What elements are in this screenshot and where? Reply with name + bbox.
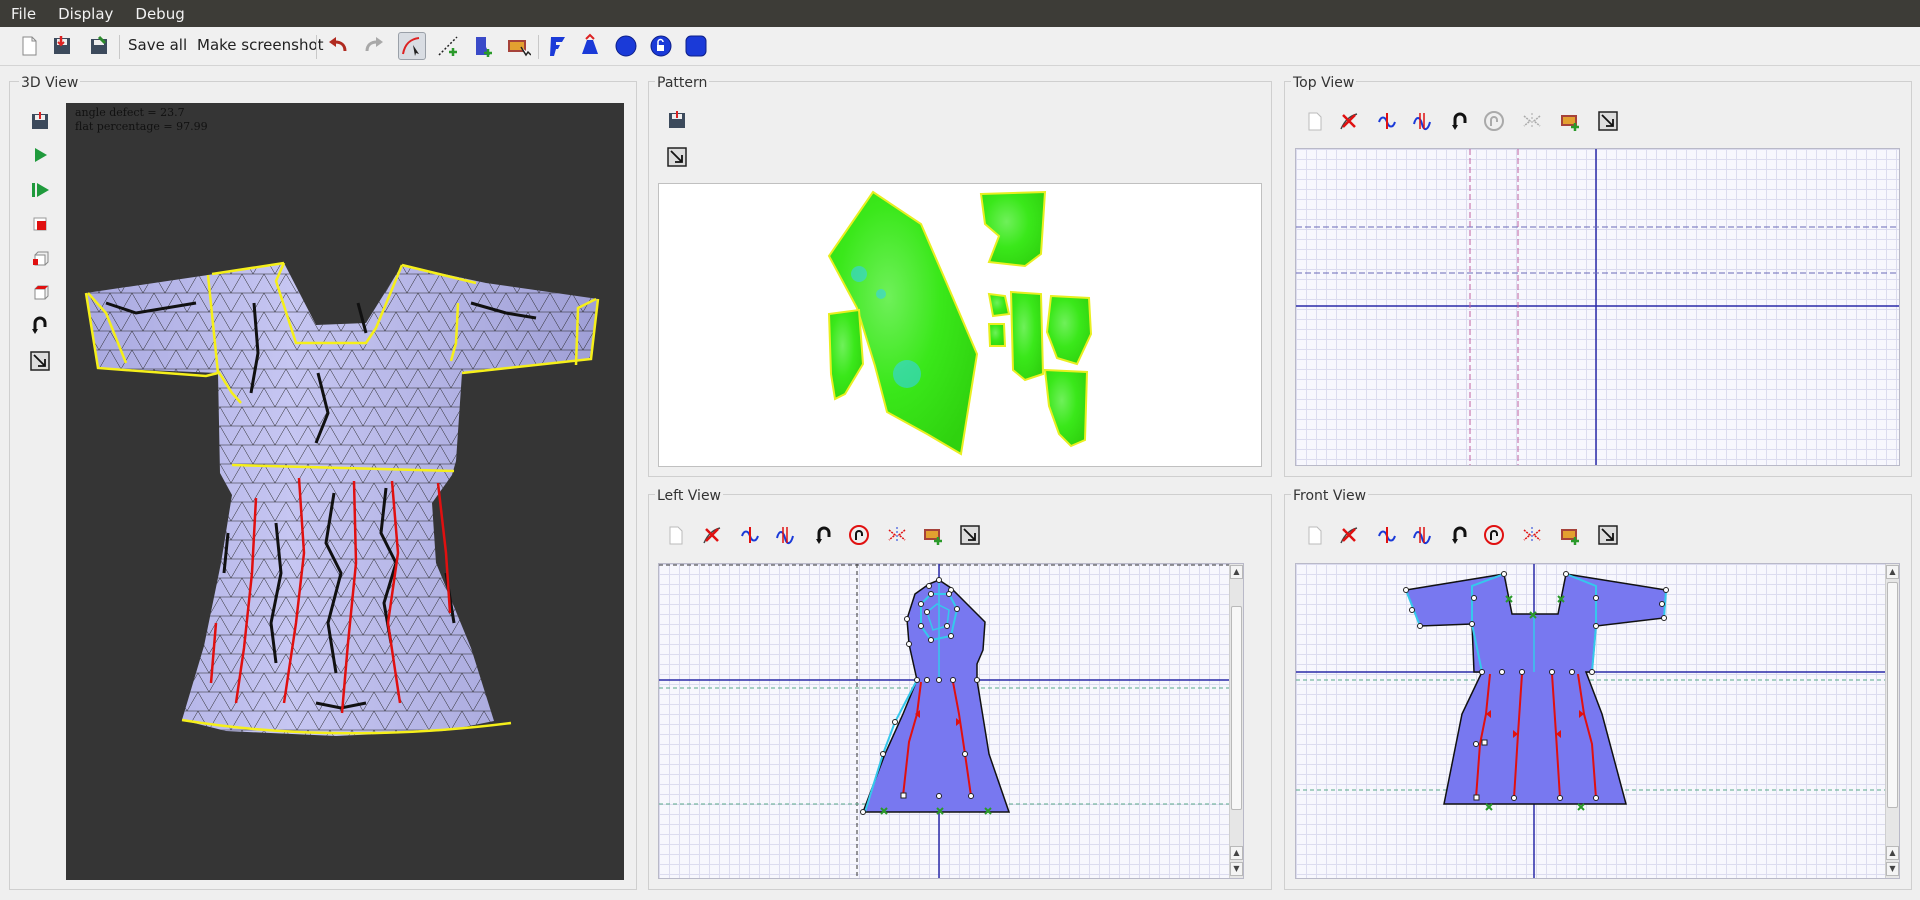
merge-curve-icon[interactable] [773,523,797,547]
save-as-icon[interactable] [85,32,113,60]
merge-curve-icon[interactable] [1410,109,1434,133]
save-icon[interactable] [28,109,52,133]
toolbar-separator [538,35,539,59]
no-arc-icon[interactable] [1482,109,1506,133]
arc-arrow-icon[interactable] [28,313,52,337]
new-document-icon[interactable] [1303,523,1327,547]
symmetry-icon[interactable] [885,523,909,547]
cube-top-icon[interactable] [28,280,52,304]
left-view-title: Left View [655,488,724,504]
red-square-icon[interactable] [28,212,52,236]
scroll-down-arrow[interactable]: ▼ [1886,862,1899,876]
delete-curve-icon[interactable] [1337,109,1361,133]
redo-icon[interactable] [360,32,388,60]
resize-icon[interactable] [1596,109,1620,133]
merge-curve-icon[interactable] [1410,523,1434,547]
rounded-square-icon[interactable] [682,32,710,60]
scroll-thumb[interactable] [1887,582,1898,808]
menu-file[interactable]: File [0,5,47,23]
save-icon[interactable] [48,32,76,60]
3d-view-title: 3D View [19,75,81,91]
pattern-pieces [827,190,1093,456]
top-view-canvas[interactable] [1295,148,1900,466]
symmetry-icon[interactable] [1520,109,1544,133]
curve-edit-icon[interactable] [398,32,426,60]
left-view-sketch [659,564,1243,878]
menu-debug[interactable]: Debug [124,5,195,23]
scroll-up-arrow[interactable]: ▲ [1886,565,1899,579]
split-curve-icon[interactable] [1375,523,1399,547]
arc-arrow-icon[interactable] [1448,523,1472,547]
save-icon[interactable] [665,108,689,132]
scroll-up-arrow[interactable]: ▲ [1230,565,1243,579]
scroll-thumb[interactable] [1231,606,1242,810]
scroll-down-arrow[interactable]: ▼ [1230,862,1243,876]
top-view-axes [1296,149,1899,465]
no-arc-icon[interactable] [1482,523,1506,547]
resize-icon[interactable] [665,145,689,169]
top-view-title: Top View [1291,75,1357,91]
delete-curve-icon[interactable] [1337,523,1361,547]
menu-bar: File Display Debug [0,0,1920,27]
import-image-icon[interactable] [921,523,945,547]
pattern-title: Pattern [655,75,710,91]
main-toolbar: Save all Make screenshot [0,27,1920,66]
make-screenshot-button[interactable]: Make screenshot [197,36,324,54]
front-view-sketch [1296,564,1899,878]
resize-icon[interactable] [1596,523,1620,547]
garment-mesh [84,261,600,736]
front-view-scrollbar[interactable]: ▲ ▲ ▼ [1885,564,1899,878]
left-view-scrollbar[interactable]: ▲ ▲ ▼ [1229,564,1243,878]
add-point-icon[interactable] [434,32,462,60]
undo-icon[interactable] [324,32,352,60]
scroll-up-arrow[interactable]: ▲ [1230,846,1243,860]
resize-icon[interactable] [958,523,982,547]
new-document-icon[interactable] [1303,109,1327,133]
scroll-up-arrow[interactable]: ▲ [1886,846,1899,860]
left-view-canvas[interactable]: ▲ ▲ ▼ [658,563,1244,879]
circle-lock-icon[interactable] [647,32,675,60]
split-curve-icon[interactable] [738,523,762,547]
front-view-canvas[interactable]: ▲ ▲ ▼ [1295,563,1900,879]
pattern-shape-icon[interactable] [543,32,571,60]
new-document-icon[interactable] [664,523,688,547]
3d-viewport[interactable]: angle defect = 23.7 flat percentage = 97… [66,103,624,880]
menu-display[interactable]: Display [47,5,124,23]
split-curve-icon[interactable] [1375,109,1399,133]
play-icon[interactable] [28,143,52,167]
save-all-button[interactable]: Save all [128,36,187,54]
no-arc-icon[interactable] [847,523,871,547]
import-image-icon[interactable] [1558,109,1582,133]
arc-arrow-icon[interactable] [1448,109,1472,133]
step-play-icon[interactable] [28,178,52,202]
pin-shape-icon[interactable] [576,32,604,60]
import-image-icon[interactable] [504,32,532,60]
delete-curve-icon[interactable] [700,523,724,547]
symmetry-icon[interactable] [1520,523,1544,547]
circle-icon[interactable] [612,32,640,60]
resize-icon[interactable] [28,349,52,373]
new-document-icon[interactable] [15,32,43,60]
toolbar-separator [119,35,120,59]
cube-icon[interactable] [28,246,52,270]
front-view-title: Front View [1291,488,1369,504]
add-mesh-icon[interactable] [469,32,497,60]
pattern-canvas[interactable] [658,183,1262,467]
import-image-icon[interactable] [1558,523,1582,547]
toolbar-separator [316,35,317,59]
arc-arrow-icon[interactable] [812,523,836,547]
